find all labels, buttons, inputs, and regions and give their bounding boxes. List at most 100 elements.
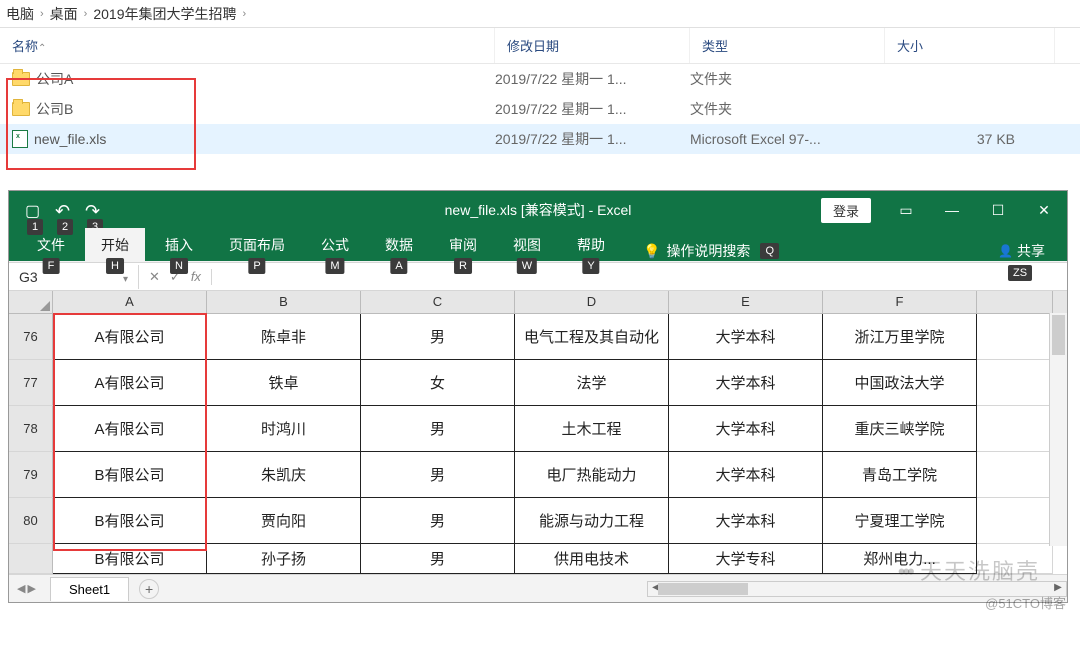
sheet-nav[interactable]: ◀▶ xyxy=(9,582,44,595)
cell[interactable]: 青岛工学院 xyxy=(823,452,977,498)
cell[interactable] xyxy=(977,360,1053,406)
tab-layout[interactable]: 页面布局P xyxy=(213,228,301,261)
cell[interactable] xyxy=(977,452,1053,498)
cell[interactable]: 供用电技术 xyxy=(515,544,669,574)
cell[interactable]: 浙江万里学院 xyxy=(823,314,977,360)
cell[interactable]: 女 xyxy=(361,360,515,406)
cell[interactable]: 朱凯庆 xyxy=(207,452,361,498)
row-header[interactable]: 80 xyxy=(9,498,53,544)
cell[interactable]: 大学本科 xyxy=(669,406,823,452)
maximize-icon[interactable] xyxy=(975,191,1021,229)
cell[interactable]: 孙子扬 xyxy=(207,544,361,574)
minimize-icon[interactable] xyxy=(929,191,975,229)
list-item[interactable]: new_file.xls 2019/7/22 星期一 1... Microsof… xyxy=(0,124,1080,154)
cell[interactable]: 男 xyxy=(361,314,515,360)
cell[interactable]: 中国政法大学 xyxy=(823,360,977,406)
cell[interactable]: 能源与动力工程 xyxy=(515,498,669,544)
login-button[interactable]: 登录 xyxy=(821,198,871,223)
cell[interactable]: 宁夏理工学院 xyxy=(823,498,977,544)
vertical-scrollbar[interactable] xyxy=(1049,313,1067,546)
cell[interactable]: A有限公司 xyxy=(53,314,207,360)
cell[interactable]: A有限公司 xyxy=(53,406,207,452)
cell[interactable]: 电厂热能动力 xyxy=(515,452,669,498)
cell[interactable]: 陈卓非 xyxy=(207,314,361,360)
cell[interactable]: 男 xyxy=(361,452,515,498)
list-item[interactable]: 公司A 2019/7/22 星期一 1... 文件夹 xyxy=(0,64,1080,94)
cell[interactable]: 重庆三峡学院 xyxy=(823,406,977,452)
row-header[interactable] xyxy=(9,544,53,574)
breadcrumb[interactable]: 电脑 › 桌面 › 2019年集团大学生招聘 › xyxy=(0,0,1080,28)
tab-home[interactable]: 开始H xyxy=(85,228,145,261)
cell[interactable]: 法学 xyxy=(515,360,669,406)
cell[interactable] xyxy=(977,406,1053,452)
breadcrumb-seg[interactable]: 桌面 xyxy=(50,4,78,24)
tell-me-search[interactable]: 操作说明搜索Q xyxy=(643,241,779,261)
tab-review[interactable]: 审阅R xyxy=(433,228,493,261)
col-header[interactable]: B xyxy=(207,291,361,313)
cell[interactable]: 大学专科 xyxy=(669,544,823,574)
col-date[interactable]: 修改日期 xyxy=(495,28,690,63)
fx-icon[interactable]: fx xyxy=(191,269,201,284)
select-all-corner[interactable] xyxy=(9,291,53,313)
cell[interactable]: 大学本科 xyxy=(669,360,823,406)
cell[interactable]: B有限公司 xyxy=(53,544,207,574)
sheet-tab-bar: ◀▶ Sheet1 + ◀ ▶ xyxy=(9,574,1067,602)
scroll-thumb[interactable] xyxy=(1052,315,1065,355)
cell[interactable]: B有限公司 xyxy=(53,452,207,498)
tab-file[interactable]: 文件F xyxy=(21,228,81,261)
cell[interactable]: 贾向阳 xyxy=(207,498,361,544)
cell[interactable]: 男 xyxy=(361,498,515,544)
cell[interactable]: B有限公司 xyxy=(53,498,207,544)
col-header[interactable]: A xyxy=(53,291,207,313)
cancel-icon[interactable] xyxy=(149,269,160,285)
spreadsheet-grid: A B C D E F 76 A有限公司 陈卓非 男 电气工程及其自动化 大学本… xyxy=(9,291,1067,574)
formula-bar: G3 fx xyxy=(9,263,1067,291)
cell[interactable]: 铁卓 xyxy=(207,360,361,406)
row-header[interactable]: 78 xyxy=(9,406,53,452)
col-header[interactable] xyxy=(977,291,1053,313)
cell[interactable] xyxy=(977,544,1053,574)
undo-icon[interactable]: 2 xyxy=(55,201,73,219)
row-header[interactable]: 76 xyxy=(9,314,53,360)
cell[interactable]: A有限公司 xyxy=(53,360,207,406)
tab-view[interactable]: 视图W xyxy=(497,228,557,261)
scroll-thumb[interactable] xyxy=(658,583,748,595)
tab-formula[interactable]: 公式M xyxy=(305,228,365,261)
tab-help[interactable]: 帮助Y xyxy=(561,228,621,261)
sheet-tab[interactable]: Sheet1 xyxy=(50,577,129,601)
close-icon[interactable] xyxy=(1021,191,1067,229)
col-header[interactable]: E xyxy=(669,291,823,313)
col-header[interactable]: C xyxy=(361,291,515,313)
cell[interactable] xyxy=(977,498,1053,544)
cell[interactable]: 大学本科 xyxy=(669,452,823,498)
col-type[interactable]: 类型 xyxy=(690,28,885,63)
list-item[interactable]: 公司B 2019/7/22 星期一 1... 文件夹 xyxy=(0,94,1080,124)
breadcrumb-seg[interactable]: 电脑 xyxy=(6,4,34,24)
col-name[interactable]: 名称⌃ xyxy=(0,28,495,63)
tab-insert[interactable]: 插入N xyxy=(149,228,209,261)
redo-icon[interactable]: 3 xyxy=(85,201,103,219)
tab-data[interactable]: 数据A xyxy=(369,228,429,261)
row-header[interactable]: 77 xyxy=(9,360,53,406)
col-size[interactable]: 大小 xyxy=(885,28,1055,63)
cell[interactable]: 大学本科 xyxy=(669,498,823,544)
cell[interactable]: 男 xyxy=(361,544,515,574)
breadcrumb-seg[interactable]: 2019年集团大学生招聘 xyxy=(93,4,236,24)
row-header[interactable]: 79 xyxy=(9,452,53,498)
add-sheet-button[interactable]: + xyxy=(139,579,159,599)
save-icon[interactable]: 1 xyxy=(25,201,43,219)
cell[interactable]: 郑州电力... xyxy=(823,544,977,574)
share-button[interactable]: 共享ZS xyxy=(998,241,1045,261)
col-header[interactable]: F xyxy=(823,291,977,313)
cell[interactable] xyxy=(977,314,1053,360)
cell[interactable]: 土木工程 xyxy=(515,406,669,452)
ribbon-display-icon[interactable] xyxy=(883,191,929,229)
title-bar[interactable]: 1 2 3 new_file.xls [兼容模式] - Excel 登录 xyxy=(9,191,1067,229)
table-row: 78 A有限公司 时鸿川 男 土木工程 大学本科 重庆三峡学院 xyxy=(9,406,1067,452)
cell[interactable]: 电气工程及其自动化 xyxy=(515,314,669,360)
horizontal-scrollbar[interactable]: ◀ ▶ xyxy=(647,581,1067,597)
col-header[interactable]: D xyxy=(515,291,669,313)
cell[interactable]: 大学本科 xyxy=(669,314,823,360)
cell[interactable]: 男 xyxy=(361,406,515,452)
cell[interactable]: 时鸿川 xyxy=(207,406,361,452)
